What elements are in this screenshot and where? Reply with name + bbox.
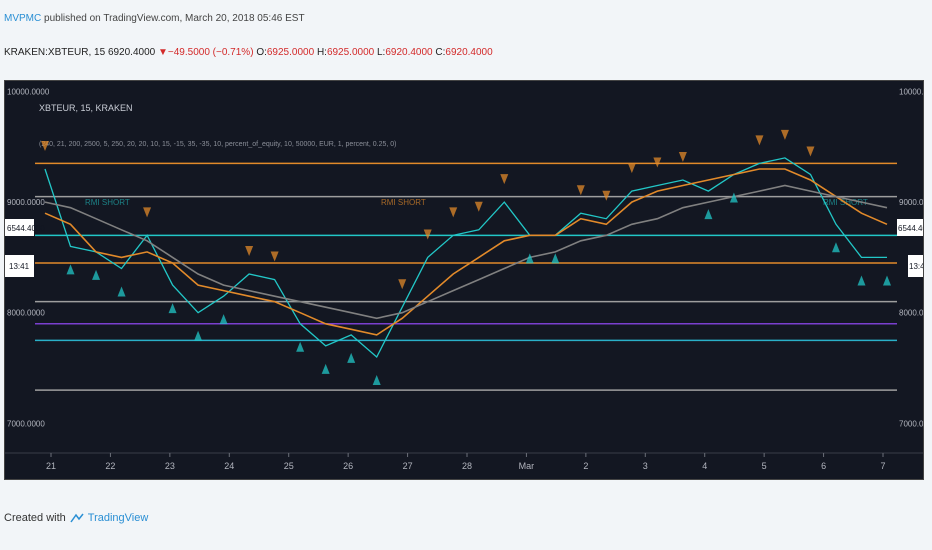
y-tick-label-left-1: 9000.0000 <box>7 198 45 207</box>
y-tick-label-right-1: 9000.0000 <box>899 198 923 207</box>
x-tick-label-13: 6 <box>821 461 826 471</box>
y-tick-label-left-3: 7000.0000 <box>7 419 45 428</box>
close-value: 6920.4000 <box>445 47 493 58</box>
countdown-badge-right-text: 13:41 <box>909 262 923 271</box>
x-tick-label-10: 3 <box>643 461 648 471</box>
y-tick-label-right-0: 10000.0000 <box>899 88 923 97</box>
x-tick-label-11: 4 <box>702 461 707 471</box>
x-tick-label-5: 26 <box>343 461 353 471</box>
footer: Created with TradingView <box>4 512 148 524</box>
x-tick-label-1: 22 <box>105 461 115 471</box>
x-tick-label-9: 2 <box>583 461 588 471</box>
pane-title: XBTEUR, 15, KRAKEN <box>39 103 133 113</box>
last-price-badge-right-text: 6544.4000 <box>898 224 923 233</box>
countdown-badge-left-text: 13:41 <box>9 262 30 271</box>
low-value: 6920.4000 <box>385 47 433 58</box>
symbol-label: KRAKEN:XBTEUR, 15 <box>4 47 106 58</box>
high-value: 6925.0000 <box>326 47 375 58</box>
chart-svg[interactable]: XBTEUR, 15, KRAKEN (240, 21, 200, 2500, … <box>5 81 932 479</box>
close-label: C: <box>435 47 446 58</box>
x-tick-label-0: 21 <box>46 461 56 471</box>
open-label: O: <box>256 47 267 58</box>
x-tick-label-4: 25 <box>284 461 294 471</box>
x-tick-label-6: 27 <box>403 461 413 471</box>
publisher-author-link[interactable]: MVPMC <box>4 13 41 24</box>
y-tick-label-left-2: 8000.0000 <box>7 309 45 318</box>
tradingview-link[interactable]: TradingView <box>88 512 149 524</box>
publish-text: published on TradingView.com, March 20, … <box>44 13 305 24</box>
tradingview-logo-icon <box>70 513 84 523</box>
created-with-label: Created with <box>4 512 66 524</box>
y-tick-label-left-0: 10000.0000 <box>7 88 50 97</box>
x-tick-label-3: 24 <box>224 461 234 471</box>
x-tick-label-8: Mar <box>519 461 535 471</box>
down-arrow-icon: ▼ <box>158 47 168 58</box>
open-value: 6925.0000 <box>266 47 315 58</box>
annotation-mid: RMI SHORT <box>381 198 426 207</box>
x-tick-label-2: 23 <box>165 461 175 471</box>
y-tick-label-right-2: 8000.0000 <box>899 309 923 318</box>
last-price: 6920.4000 <box>107 47 156 58</box>
publish-info: MVPMC published on TradingView.com, Marc… <box>4 13 305 24</box>
x-tick-label-14: 7 <box>880 461 885 471</box>
high-label: H: <box>316 47 327 58</box>
y-tick-label-right-3: 7000.0000 <box>899 419 923 428</box>
ohlc-legend: KRAKEN:XBTEUR, 15 6920.4000 ▼−49.5000 (−… <box>4 47 493 58</box>
price-change: −49.5000 (−0.71%) <box>167 47 254 58</box>
indicator-params: (240, 21, 200, 2500, 5, 250, 20, 20, 10,… <box>39 141 397 148</box>
annotation-left: RMI SHORT <box>85 198 130 207</box>
last-price-badge-left-text: 6544.4000 <box>7 224 45 233</box>
chart-frame[interactable]: XBTEUR, 15, KRAKEN (240, 21, 200, 2500, … <box>4 80 932 480</box>
x-tick-label-12: 5 <box>762 461 767 471</box>
x-tick-label-7: 28 <box>462 461 472 471</box>
